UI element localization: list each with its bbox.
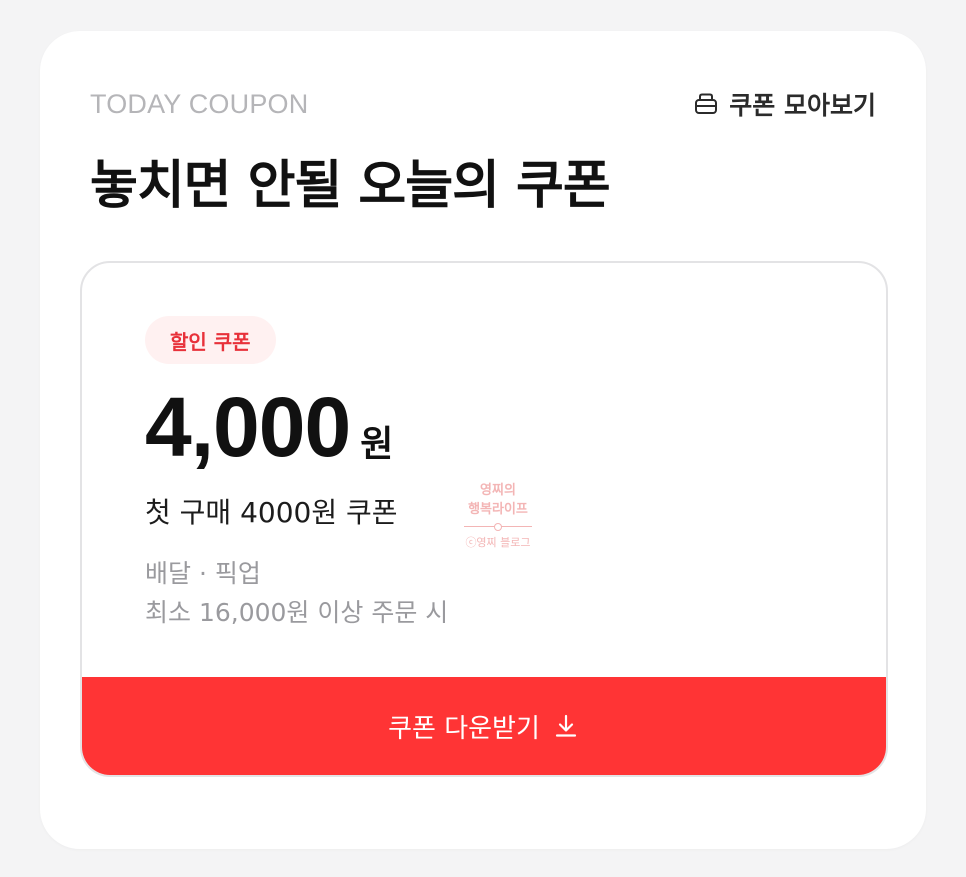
watermark-line-3: ⓒ영찌 블로그 — [465, 536, 531, 549]
watermark-line-2: 행복라이프 — [468, 502, 528, 517]
coupon-item: 할인 쿠폰 4,000 원 첫 구매 4000원 쿠폰 배달 · 픽업 최소 1… — [80, 261, 888, 777]
download-coupon-button[interactable]: 쿠폰 다운받기 — [82, 677, 886, 775]
section-eyebrow: TODAY COUPON — [90, 89, 309, 119]
download-icon — [552, 712, 580, 740]
coupon-collection-label: 쿠폰 모아보기 — [729, 91, 876, 120]
blog-watermark: 영찌의 행복라이프 ⓒ영찌 블로그 — [438, 481, 558, 552]
coupon-collection-link[interactable]: 쿠폰 모아보기 — [693, 86, 876, 122]
coupon-amount: 4,000 원 — [145, 385, 393, 469]
coupon-box-icon — [693, 91, 719, 117]
coupon-name: 첫 구매 4000원 쿠폰 — [145, 496, 398, 529]
page-title: 놓치면 안될 오늘의 쿠폰 — [90, 156, 611, 216]
today-coupon-card: TODAY COUPON 쿠폰 모아보기 놓치면 안될 오늘의 쿠폰 할인 쿠폰… — [40, 31, 926, 849]
coupon-condition-minimum: 최소 16,000원 이상 주문 시 — [145, 598, 449, 627]
coupon-amount-unit: 원 — [360, 424, 394, 465]
watermark-line-1: 영찌의 — [480, 483, 516, 498]
download-coupon-label: 쿠폰 다운받기 — [388, 713, 540, 744]
coupon-type-badge: 할인 쿠폰 — [145, 316, 276, 364]
coupon-condition-service: 배달 · 픽업 — [145, 559, 261, 588]
watermark-divider — [438, 519, 558, 533]
coupon-amount-value: 4,000 — [145, 380, 351, 474]
